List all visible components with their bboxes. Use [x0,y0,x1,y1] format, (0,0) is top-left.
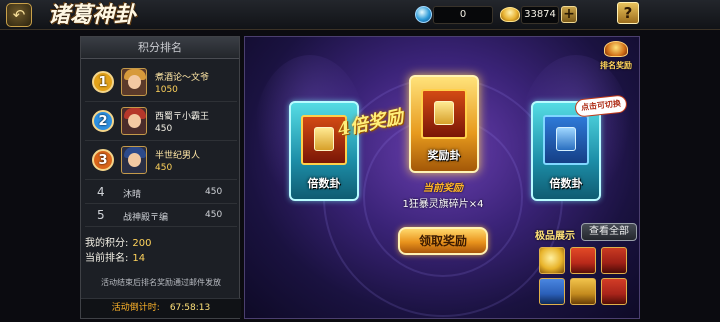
rank-reward-button[interactable]: 排名奖励 [595,41,637,77]
player-score: 450 [155,163,173,173]
reward-card-center[interactable]: 奖励卦 [409,75,479,173]
countdown-value: 67:58:13 [169,303,211,313]
ranking-title: 积分排名 [81,37,239,59]
ranking-panel: 积分排名 1 煮酒论〜文爷 1050 2 西蜀〒小霸王 450 3 半世纪男人 … [80,36,241,319]
player-name: 半世纪男人 [155,151,201,161]
view-all-button[interactable]: 查看全部 [581,223,637,241]
add-gold-button[interactable]: + [561,6,577,23]
red-robe-thumb[interactable] [601,247,627,274]
rank-1-medal-icon: 1 [92,71,114,93]
card-label: 奖励卦 [427,149,461,162]
treasure-icon [604,41,628,57]
gold-weapon-thumb[interactable] [570,278,596,305]
card-emblem-icon [543,115,589,165]
help-button[interactable]: ? [617,2,639,24]
rank-number: 4 [97,185,105,199]
gold-ingot-icon [500,7,520,22]
divination-stage: 排名奖励 倍数卦 奖励卦 倍数卦 4倍奖励 点击可切换 当前奖励 1狂暴灵旗碎片… [244,36,640,319]
page-title: 诸葛神卦 [48,2,137,28]
my-rank-label: 当前排名: [85,253,129,264]
player-name: 战神殿〒编 [123,213,169,223]
blue-flag-thumb[interactable] [539,278,565,305]
my-rank-value: 14 [132,253,146,264]
avatar [121,68,147,96]
top-bar: ↶ 诸葛神卦 0 33874 + ? [0,0,720,30]
my-score-value: 200 [132,238,152,249]
player-name: 煮酒论〜文爷 [155,73,210,83]
claim-reward-button[interactable]: 领取奖励 [398,227,488,255]
event-countdown: 活动倒计时: 67:58:13 [81,298,241,318]
player-name: 沐晴 [123,190,142,200]
avatar [121,107,147,135]
rank-2-medal-icon: 2 [92,110,114,132]
rank-3-medal-icon: 3 [92,149,114,171]
card-emblem-icon [421,89,467,139]
red-helmet-thumb[interactable] [601,278,627,305]
current-reward-title: 当前奖励 [423,183,463,194]
gem-icon [415,6,432,23]
ranking-row-4: 4 沐晴 450 [85,182,237,204]
ranking-row-5: 5 战神殿〒编 450 [85,205,237,227]
ranking-row-3: 3 半世纪男人 450 [85,142,237,180]
right-margin [641,36,720,322]
gem-amount: 0 [433,6,493,24]
showcase-label: 极品展示 [535,231,575,242]
player-score: 450 [205,210,223,220]
ranking-row-1: 1 煮酒论〜文爷 1050 [85,64,237,102]
player-score: 450 [155,124,173,134]
my-score: 我的积分: 200 [85,234,151,249]
my-rank: 当前排名: 14 [85,249,145,264]
player-score: 450 [205,187,223,197]
avatar [121,146,147,174]
player-score: 1050 [155,85,178,95]
gold-amount: 33874 [521,6,559,24]
my-score-label: 我的积分: [85,238,129,249]
rank-number: 5 [97,208,105,222]
player-name: 西蜀〒小霸王 [155,112,210,122]
red-armor-thumb[interactable] [570,247,596,274]
back-arrow-icon[interactable]: ↶ [6,3,32,27]
gold-coin-thumb[interactable] [539,247,565,274]
reward-note: 活动结束后排名奖励通过邮件发放 [101,278,221,287]
ranking-row-2: 2 西蜀〒小霸王 450 [85,103,237,141]
current-reward-item: 1狂暴灵旗碎片×4 [402,199,484,210]
countdown-label: 活动倒计时: [111,303,160,313]
rank-reward-label: 排名奖励 [600,61,632,70]
